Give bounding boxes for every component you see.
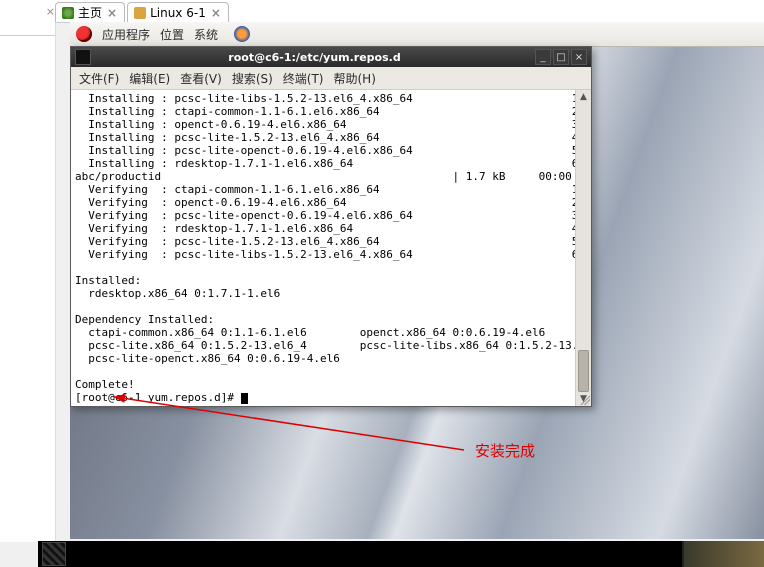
menu-applications[interactable]: 应用程序	[102, 26, 150, 43]
outer-prev-close[interactable]: ×	[0, 0, 61, 22]
terminal-scrollbar[interactable]: ▲ ▼	[575, 90, 591, 406]
menu-view[interactable]: 查看(V)	[180, 70, 222, 87]
menu-edit[interactable]: 编辑(E)	[129, 70, 170, 87]
maximize-button[interactable]: □	[553, 49, 569, 65]
menu-system[interactable]: 系统	[194, 26, 218, 43]
close-icon[interactable]: ×	[106, 6, 118, 20]
gnome-top-panel: 应用程序 位置 系统	[70, 22, 764, 47]
terminal-icon	[75, 49, 91, 65]
vm-icon	[134, 7, 146, 19]
vm-desktop: 应用程序 位置 系统 root@c6-1:/etc/yum.repos.d _ …	[70, 22, 764, 539]
outer-tab-bar: 主页 × Linux 6-1 ×	[0, 0, 764, 23]
terminal-window: root@c6-1:/etc/yum.repos.d _ □ × 文件(F) 编…	[70, 46, 592, 407]
close-button[interactable]: ×	[571, 49, 587, 65]
dock-app-icon[interactable]	[42, 542, 66, 566]
cursor-block	[241, 393, 248, 404]
redhat-icon[interactable]	[76, 26, 92, 42]
menu-file[interactable]: 文件(F)	[79, 70, 119, 87]
home-icon	[62, 7, 74, 19]
menu-terminal[interactable]: 终端(T)	[283, 70, 324, 87]
terminal-menubar: 文件(F) 编辑(E) 查看(V) 搜索(S) 终端(T) 帮助(H)	[71, 67, 591, 90]
window-title: root@c6-1:/etc/yum.repos.d	[96, 51, 533, 64]
window-titlebar[interactable]: root@c6-1:/etc/yum.repos.d _ □ ×	[71, 47, 591, 67]
menu-search[interactable]: 搜索(S)	[232, 70, 273, 87]
firefox-icon[interactable]	[234, 26, 250, 42]
outer-sidebar	[0, 22, 56, 542]
host-bottom-dock	[38, 541, 764, 567]
annotation-text: 安装完成	[475, 440, 535, 461]
resize-handle[interactable]	[578, 393, 590, 405]
sidebar-header	[0, 22, 55, 36]
tab-label: 主页	[78, 4, 102, 21]
menu-places[interactable]: 位置	[160, 26, 184, 43]
menu-help[interactable]: 帮助(H)	[334, 70, 376, 87]
tab-label: Linux 6-1	[150, 6, 206, 20]
terminal-body: Installing : pcsc-lite-libs-1.5.2-13.el6…	[71, 90, 591, 406]
scroll-thumb[interactable]	[578, 350, 589, 392]
close-icon: ×	[46, 5, 55, 18]
close-icon[interactable]: ×	[210, 6, 222, 20]
terminal-content[interactable]: Installing : pcsc-lite-libs-1.5.2-13.el6…	[71, 90, 575, 406]
minimize-button[interactable]: _	[535, 49, 551, 65]
scroll-up-icon[interactable]: ▲	[576, 90, 591, 104]
outer-tab-vm-linux61[interactable]: Linux 6-1 ×	[127, 2, 229, 22]
outer-tab-home[interactable]: 主页 ×	[55, 2, 125, 22]
